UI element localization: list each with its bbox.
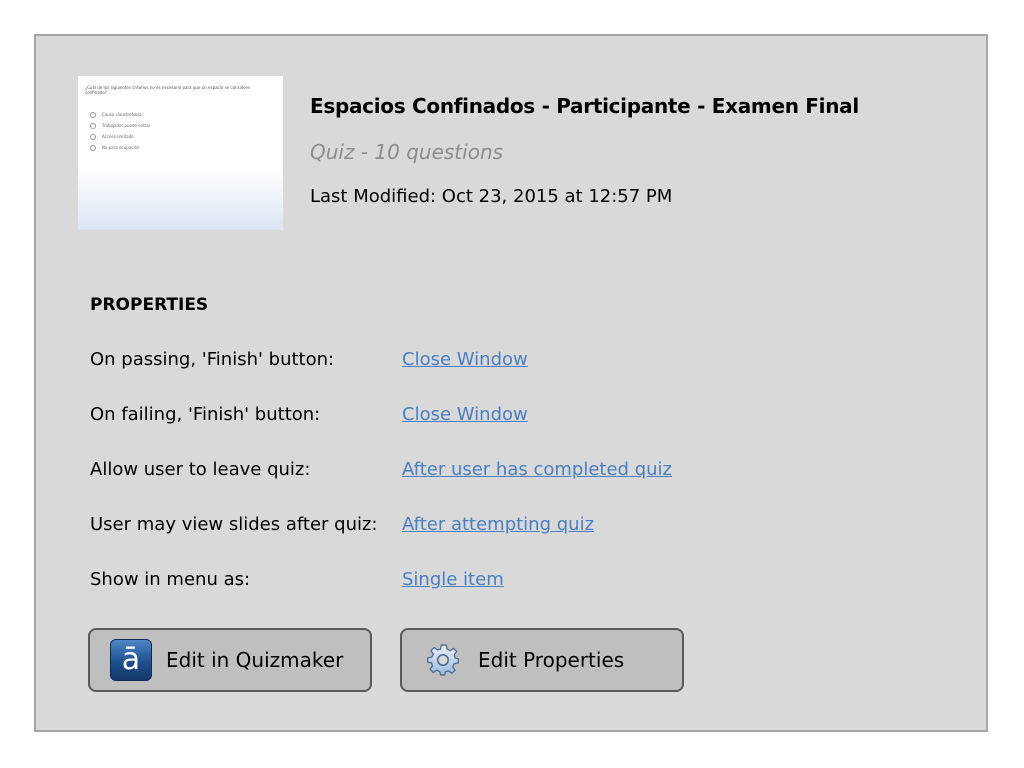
radio-icon [90,144,96,151]
on-failing-finish-link[interactable]: Close Window [402,404,528,425]
property-row-leave-quiz: Allow user to leave quiz: After user has… [90,459,890,483]
edit-in-quizmaker-label: Edit in Quizmaker [166,648,344,672]
radio-icon [90,122,96,129]
quiz-subtitle: Quiz - 10 questions [310,140,504,164]
thumbnail-option: Trabajador puede entrar [90,120,151,131]
on-passing-finish-link[interactable]: Close Window [402,349,528,370]
property-row-show-in-menu: Show in menu as: Single item [90,569,890,593]
allow-leave-quiz-link[interactable]: After user has completed quiz [402,459,672,480]
edit-in-quizmaker-button[interactable]: ā Edit in Quizmaker [88,628,372,692]
show-in-menu-link[interactable]: Single item [402,569,504,590]
thumbnail-question: ¿Cuál de los siguientes criterios no es … [85,85,250,95]
radio-icon [90,111,96,118]
last-modified-text: Last Modified: Oct 23, 2015 at 12:57 PM [310,186,673,207]
thumbnail-option-label: Acceso limitado [102,134,134,139]
thumbnail-option: Causa claustrofobia [90,109,151,120]
property-label: On failing, 'Finish' button: [90,404,321,425]
thumbnail-options: Causa claustrofobia Trabajador puede ent… [90,109,151,153]
quiz-thumbnail: ¿Cuál de los siguientes criterios no es … [78,76,283,230]
property-label: Show in menu as: [90,569,251,590]
quizmaker-icon: ā [110,639,152,681]
property-label: On passing, 'Finish' button: [90,349,335,370]
gear-icon [427,644,459,676]
quiz-panel: ¿Cuál de los siguientes criterios no es … [34,34,988,732]
edit-properties-label: Edit Properties [478,648,625,672]
property-row-on-passing: On passing, 'Finish' button: Close Windo… [90,349,890,373]
thumbnail-option-label: Causa claustrofobia [102,112,142,117]
view-slides-after-quiz-link[interactable]: After attempting quiz [402,514,594,535]
thumbnail-option: No para ocupación [90,142,151,153]
thumbnail-option: Acceso limitado [90,131,151,142]
thumbnail-option-label: Trabajador puede entrar [102,123,151,128]
property-row-on-failing: On failing, 'Finish' button: Close Windo… [90,404,890,428]
properties-heading: PROPERTIES [90,295,209,315]
edit-properties-button[interactable]: Edit Properties [400,628,684,692]
quiz-title: Espacios Confinados - Participante - Exa… [310,94,859,118]
thumbnail-option-label: No para ocupación [102,145,140,150]
property-row-view-slides: User may view slides after quiz: After a… [90,514,890,538]
radio-icon [90,133,96,140]
property-label: Allow user to leave quiz: [90,459,311,480]
property-label: User may view slides after quiz: [90,514,378,535]
